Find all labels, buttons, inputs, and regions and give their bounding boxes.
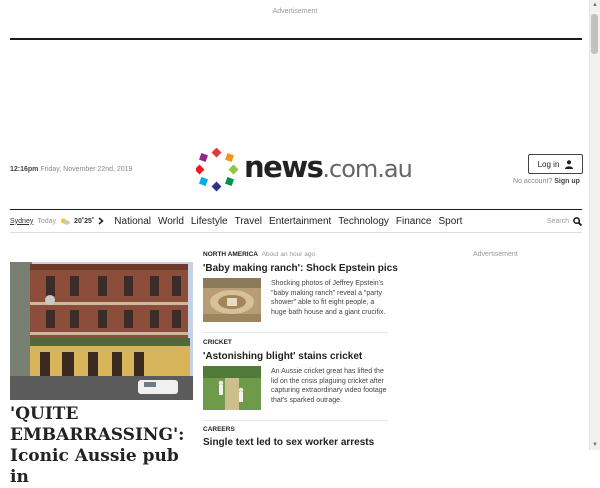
nav-item-sport[interactable]: Sport (438, 216, 462, 227)
scrollbar-thumb[interactable] (591, 14, 598, 54)
current-date: Friday, November 22nd, 2019 (40, 166, 133, 173)
partly-cloudy-icon (61, 218, 71, 225)
page-scrollbar[interactable]: ▲ ▼ (589, 0, 600, 450)
nav-item-world[interactable]: World (158, 216, 184, 227)
masthead-rule (10, 38, 582, 40)
logo-dots-icon (194, 147, 239, 192)
story-headline[interactable]: 'Baby making ranch': Shock Epstein pics (203, 263, 398, 274)
story-kicker: North America About an hour ago (203, 251, 315, 258)
story-headline[interactable]: 'Astonishing blight' stains cricket (203, 351, 362, 362)
current-time: 12:16pm (10, 166, 39, 173)
weather-city[interactable]: Sydney (10, 218, 33, 225)
weather-temps: 20˚25˚ (74, 217, 95, 225)
nav-item-entertainment[interactable]: Entertainment (269, 216, 331, 227)
story-time-ago: About an hour ago (261, 251, 316, 258)
search-label: Search (546, 217, 569, 225)
no-account-text: No account? (513, 178, 553, 185)
story-kicker: Cricket (203, 339, 232, 346)
story-divider (203, 332, 388, 333)
nav-item-finance[interactable]: Finance (396, 216, 432, 227)
account-prompt: No account? Sign up (513, 178, 580, 185)
site-logo[interactable]: news.com.au (194, 147, 413, 192)
nav-item-lifestyle[interactable]: Lifestyle (191, 216, 228, 227)
nav-item-technology[interactable]: Technology (338, 216, 389, 227)
story-teaser: Shocking photos of Jeffrey Epstein's "ba… (271, 280, 386, 316)
story-teaser: An Aussie cricket great has lifted the l… (271, 368, 387, 404)
nav-item-national[interactable]: National (114, 216, 151, 227)
scroll-up-arrow-icon[interactable]: ▲ (591, 0, 599, 10)
main-navigation: Sydney Today 20˚25˚ National World Lifes… (10, 209, 582, 233)
nav-item-travel[interactable]: Travel (235, 216, 262, 227)
logo-main: news (244, 150, 324, 184)
story-kicker: Careers (203, 426, 235, 433)
kicker-label: North America (203, 251, 258, 258)
weather-day: Today (37, 217, 57, 225)
logo-domain: .com.au (322, 155, 412, 183)
user-icon (565, 159, 574, 169)
chevron-right-icon[interactable] (98, 217, 104, 225)
story-thumbnail[interactable] (203, 366, 261, 410)
story-headline[interactable]: Single text led to sex worker arrests (203, 437, 374, 448)
search-icon[interactable] (573, 216, 582, 226)
pub-building-image (10, 262, 193, 400)
search-control[interactable]: Search (546, 216, 582, 226)
login-label: Log in (537, 159, 560, 169)
scroll-down-arrow-icon[interactable]: ▼ (591, 440, 599, 450)
weather-widget[interactable]: Sydney Today 20˚25˚ (10, 217, 104, 225)
story-divider (203, 420, 388, 421)
advertisement-label: Advertisement (272, 8, 318, 15)
side-advertisement-label: Advertisement (473, 251, 518, 258)
hero-story-image[interactable] (10, 262, 193, 400)
story-thumbnail[interactable] (203, 278, 261, 322)
sign-up-link[interactable]: Sign up (554, 178, 580, 185)
hero-headline[interactable]: 'QUITE EMBARRASSING': Iconic Aussie pub … (10, 404, 195, 488)
logo-wordmark: news.com.au (244, 150, 413, 184)
ranch-aerial-image (203, 278, 261, 322)
login-button[interactable]: Log in (528, 154, 583, 174)
dateline: 12:16pm Friday, November 22nd, 2019 (10, 166, 132, 173)
cricket-match-image (203, 366, 261, 410)
